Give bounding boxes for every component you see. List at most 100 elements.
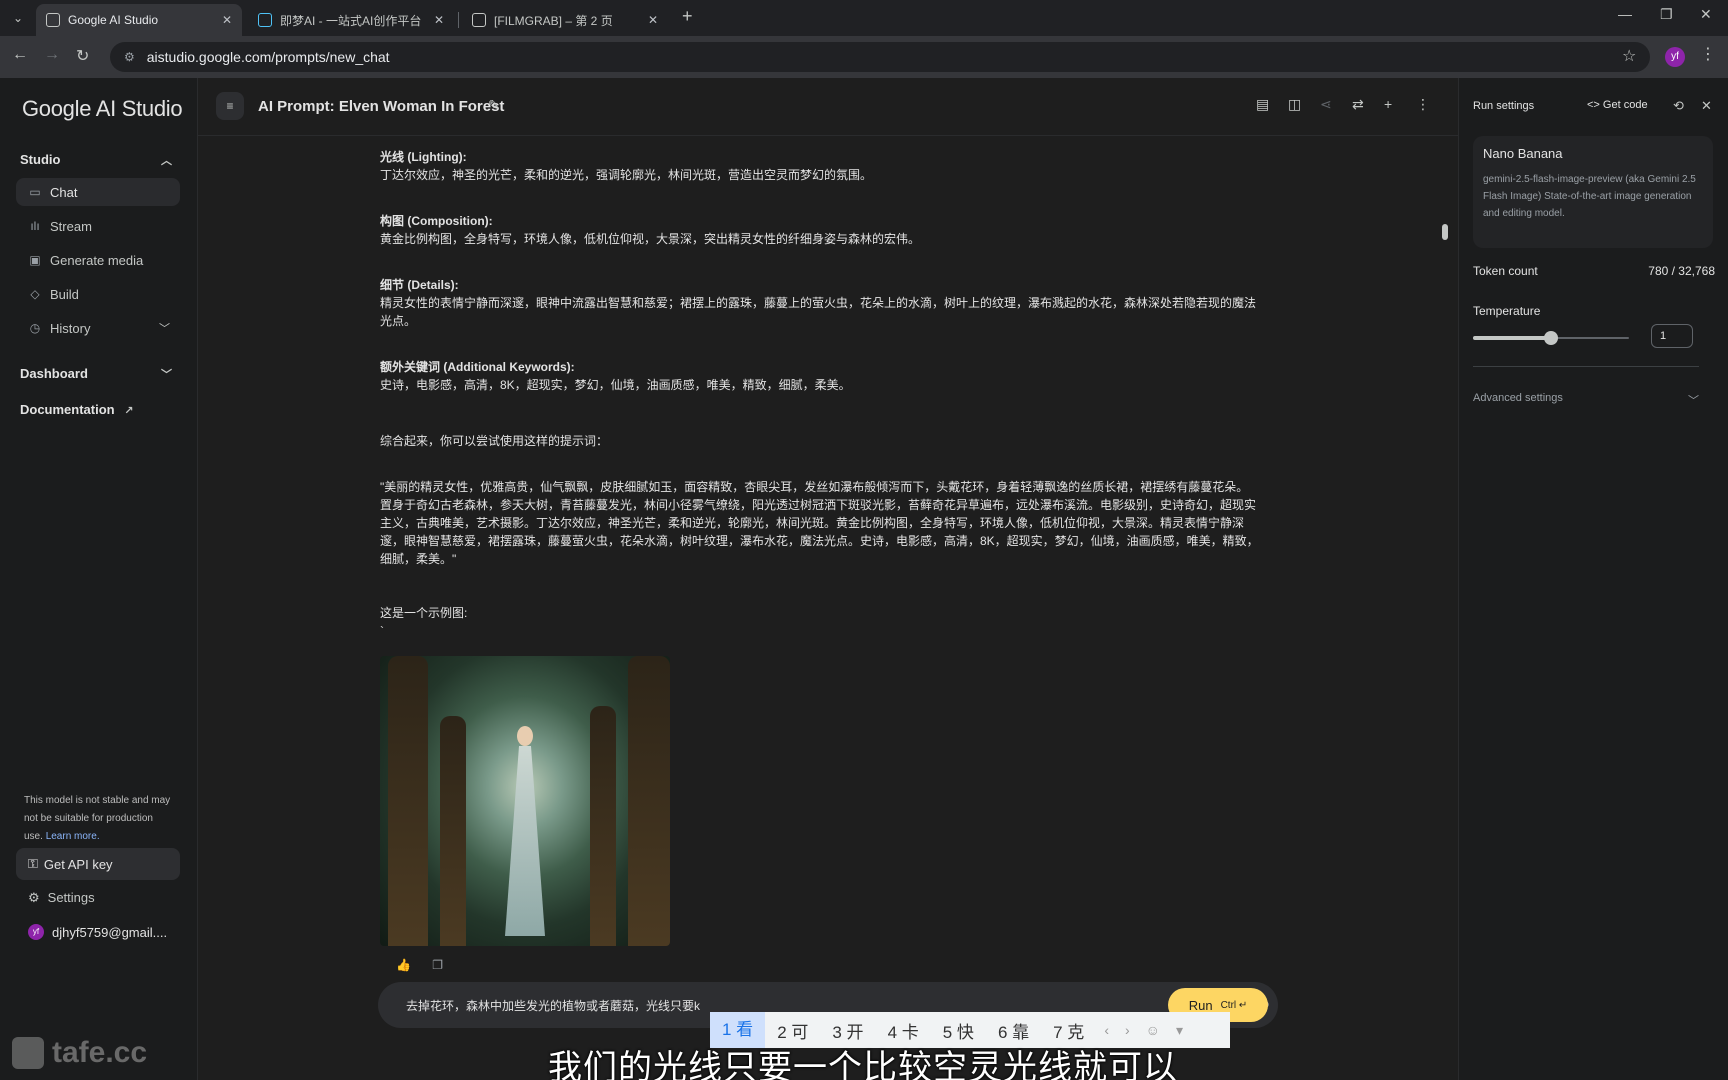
full-prompt-text: "美丽的精灵女性，优雅高贵，仙气飘飘，皮肤细腻如玉，面容精致，杏眼尖耳，发丝如瀑… <box>380 478 1260 568</box>
avatar: yf <box>28 924 44 940</box>
ime-expand-icon[interactable]: ▾ <box>1168 1022 1191 1039</box>
ime-candidate[interactable]: 5 快 <box>931 1018 986 1043</box>
ime-candidate[interactable]: 2 可 <box>765 1018 820 1043</box>
close-icon[interactable]: ✕ <box>648 13 658 27</box>
tab-jimeng[interactable]: 即梦AI - 一站式AI创作平台 ✕ <box>248 4 454 36</box>
video-subtitle: 我们的光线只要一个比较空灵光线就可以 <box>548 1049 1178 1080</box>
edit-pencil-icon[interactable]: ✎ <box>488 97 500 114</box>
browser-toolbar: ← → ↻ ⚙ aistudio.google.com/prompts/new_… <box>0 36 1728 78</box>
browser-menu-icon[interactable]: ⋮ <box>1700 44 1716 64</box>
tree-trunk <box>388 656 428 946</box>
main-header: ≡ AI Prompt: Elven Woman In Forest ✎ ▤ ◫… <box>198 78 1458 136</box>
ime-next-icon[interactable]: › <box>1117 1022 1138 1038</box>
branch-icon[interactable]: ⇄ <box>1352 96 1364 113</box>
advanced-settings-toggle[interactable]: Advanced settings ﹀ <box>1473 392 1699 407</box>
ime-candidate[interactable]: 7 克 <box>1041 1018 1096 1043</box>
scrollbar-thumb[interactable] <box>1442 224 1448 240</box>
new-tab-plus-icon[interactable]: + <box>682 6 693 27</box>
browser-tab-bar: ⌄ Google AI Studio ✕ 即梦AI - 一站式AI创作平台 ✕ … <box>0 0 1728 36</box>
temperature-slider[interactable] <box>1473 331 1629 345</box>
dashboard-section-header[interactable]: Dashboard ﹀ <box>20 366 180 381</box>
section-heading: 光线 (Lighting): <box>380 150 467 164</box>
sidebar-item-stream[interactable]: ılı Stream <box>16 212 180 240</box>
section-heading: 额外关键词 (Additional Keywords): <box>380 360 575 374</box>
thumbs-up-icon[interactable]: 👍 <box>396 958 411 972</box>
generated-image-elven-woman[interactable] <box>380 656 670 946</box>
learn-more-link[interactable]: Learn more. <box>46 831 100 842</box>
dashboard-label: Dashboard <box>20 366 88 381</box>
ime-prev-icon[interactable]: ‹ <box>1096 1022 1117 1038</box>
media-icon: ▣ <box>29 253 41 267</box>
stream-icon: ılı <box>30 219 40 233</box>
window-close-icon[interactable]: ✕ <box>1700 6 1712 23</box>
documentation-link[interactable]: Documentation ↗ <box>20 402 180 417</box>
sidebar-item-build[interactable]: ◇ Build <box>16 280 180 308</box>
tree-trunk <box>628 656 670 946</box>
token-value: 780 / 32,768 <box>1648 264 1715 278</box>
chevron-down-icon: ﹀ <box>159 323 170 335</box>
watermark-text: tafe.cc <box>52 1036 148 1069</box>
slider-handle[interactable] <box>1544 331 1558 345</box>
sidebar-item-chat[interactable]: ▭ Chat <box>16 178 180 206</box>
temperature-input[interactable] <box>1651 324 1693 348</box>
bookmark-star-icon[interactable]: ☆ <box>1622 46 1636 66</box>
tab-title: Google AI Studio <box>68 13 159 27</box>
tab-title: 即梦AI - 一站式AI创作平台 <box>280 13 422 28</box>
close-icon[interactable]: ✕ <box>434 13 444 27</box>
new-chat-plus-icon[interactable]: + <box>1384 96 1392 112</box>
jimeng-favicon-icon <box>258 13 272 27</box>
copy-icon[interactable]: ❐ <box>432 958 443 972</box>
site-info-icon[interactable]: ⚙ <box>124 50 135 64</box>
section-body: 精灵女性的表情宁静而深邃，眼神中流露出智慧和慈爱；裙摆上的露珠，藤蔓上的萤火虫，… <box>380 296 1257 328</box>
chevron-up-icon: ︿ <box>161 155 172 167</box>
restore-icon[interactable]: ❐ <box>1660 6 1673 23</box>
share-icon[interactable]: ⋖ <box>1320 96 1332 113</box>
profile-avatar[interactable]: yf <box>1665 47 1685 67</box>
ime-candidate[interactable]: 3 开 <box>820 1018 875 1043</box>
emoji-icon[interactable]: ☺ <box>1138 1022 1168 1038</box>
studio-section-header[interactable]: Studio ︿ <box>20 152 180 167</box>
model-selector[interactable]: Nano Banana gemini-2.5-flash-image-previ… <box>1473 136 1713 248</box>
run-settings-panel: Run settings <> Get code ⟲ ✕ Nano Banana… <box>1458 78 1728 1080</box>
sidebar-item-label: History <box>50 320 91 336</box>
close-icon[interactable]: ✕ <box>222 13 232 27</box>
address-bar[interactable]: ⚙ aistudio.google.com/prompts/new_chat <box>110 42 1650 72</box>
response-actions: 👍 ❐ <box>396 958 443 972</box>
chevron-down-icon: ﹀ <box>1688 395 1699 407</box>
get-code-button[interactable]: <> Get code <box>1587 99 1648 111</box>
ime-candidate[interactable]: 4 卡 <box>876 1018 931 1043</box>
settings-label: Settings <box>47 890 95 905</box>
reload-icon[interactable]: ↻ <box>76 46 89 66</box>
api-key-label: Get API key <box>43 856 113 872</box>
composition-section: 构图 (Composition): 黄金比例构图，全身特写，环境人像，低机位仰视… <box>380 212 1260 248</box>
ime-candidate[interactable]: 6 靠 <box>986 1018 1041 1043</box>
lighting-section: 光线 (Lighting): 丁达尔效应，神圣的光芒，柔和的逆光，强调轮廓光，林… <box>380 148 1260 184</box>
filmgrab-favicon-icon <box>472 13 486 27</box>
chat-icon: ▭ <box>29 185 41 199</box>
toggle-sidebar-icon[interactable]: ≡ <box>216 92 244 120</box>
sidebar-item-history[interactable]: ◷ History ﹀ <box>16 314 180 342</box>
reset-icon[interactable]: ⟲ <box>1673 98 1684 114</box>
settings-link[interactable]: ⚙ Settings <box>28 890 95 906</box>
full-prompt-body: "美丽的精灵女性，优雅高贵，仙气飘飘，皮肤细腻如玉，面容精致，杏眼尖耳，发丝如瀑… <box>380 480 1259 566</box>
account-item[interactable]: yf djhyf5759@gmail.... <box>28 924 167 940</box>
sidebar-item-generate-media[interactable]: ▣ Generate media <box>16 246 180 274</box>
tab-google-ai-studio[interactable]: Google AI Studio ✕ <box>36 4 242 36</box>
forward-arrow-icon[interactable]: → <box>44 46 60 64</box>
compare-icon[interactable]: ◫ <box>1288 96 1301 113</box>
token-count-row: Token count 780 / 32,768 <box>1473 264 1715 278</box>
notes-icon[interactable]: ▤ <box>1256 96 1269 113</box>
get-code-label: Get code <box>1602 99 1648 111</box>
tab-filmgrab[interactable]: [FILMGRAB] – 第 2 页 ✕ <box>462 4 668 36</box>
prompt-input[interactable]: 去掉花环，森林中加些发光的植物或者蘑菇，光线只要k <box>406 997 700 1014</box>
back-arrow-icon[interactable]: ← <box>12 46 28 64</box>
get-api-key-button[interactable]: ⚿ Get API key <box>16 848 180 880</box>
more-options-icon[interactable]: ⋮ <box>1416 96 1430 113</box>
example-text: 这是一个示例图: ` <box>380 604 1260 640</box>
close-panel-icon[interactable]: ✕ <box>1701 98 1712 114</box>
sidebar-item-label: Stream <box>50 218 92 234</box>
run-settings-title: Run settings <box>1473 100 1535 112</box>
minimize-icon[interactable]: — <box>1618 6 1632 22</box>
code-icon: <> <box>1587 99 1600 111</box>
tab-search-icon[interactable]: ⌄ <box>8 8 28 28</box>
